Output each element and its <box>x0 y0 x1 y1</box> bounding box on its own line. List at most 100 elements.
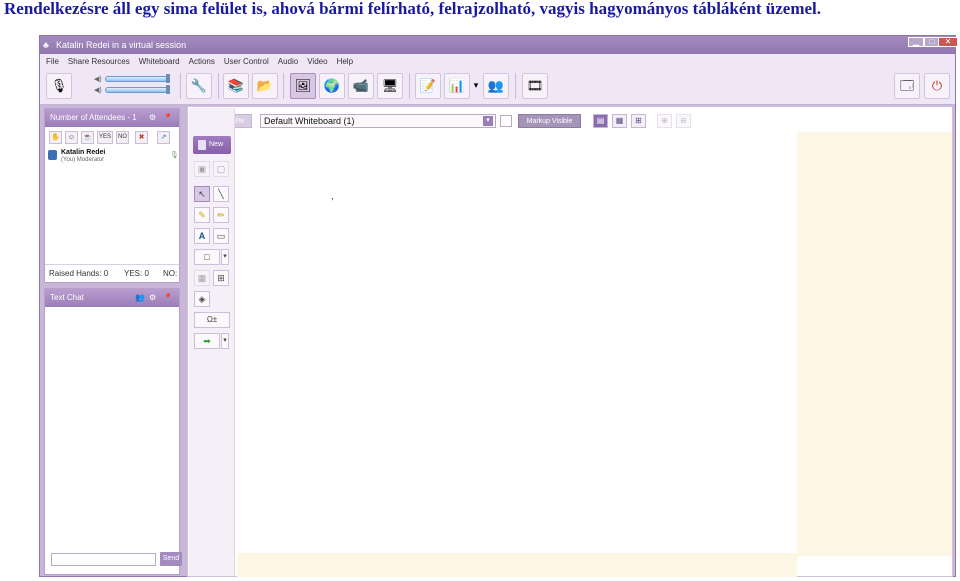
whiteboard-icon[interactable]: 🖼 <box>290 73 316 99</box>
folder-icon[interactable]: 📂 <box>252 73 278 99</box>
arrow-dropdown-icon[interactable]: ▾ <box>221 333 229 349</box>
minimize-button[interactable]: ▁ <box>908 37 924 47</box>
pin-icon[interactable]: 📍 <box>163 109 173 127</box>
chevron-down-icon: ▾ <box>483 116 493 126</box>
markup-checkbox[interactable] <box>500 115 512 127</box>
select-pointer-icon[interactable]: ↖ <box>194 186 210 202</box>
app-icon: ♣ <box>43 40 49 50</box>
attendees-footer: Raised Hands: 0 YES: 0 NO: <box>45 264 179 278</box>
whiteboard-tool-palette: New ▣ ▢ ↖ ╲ ✎ ✏ A ▭ □ ▾ ▦ ⊞ ◈ Ω± ➡ ▾ <box>189 108 235 576</box>
close-button[interactable]: ✕ <box>938 37 958 47</box>
virtual-session-window: ♣ Katalin Redei in a virtual session ▁ □… <box>39 35 958 577</box>
recording-icon[interactable]: 🎞 <box>522 73 548 99</box>
symbol-tool-button[interactable]: Ω± <box>194 312 230 328</box>
attendee-role: (You) Moderator <box>61 157 105 163</box>
toolbar-divider <box>515 73 516 99</box>
main-toolbar: 🎙 ◀) ◀) 🔧 📚 📂 🖼 🌍 📹 🖥 📝 📊 ▾ 👥 🎞 🗔 ⏻ <box>40 69 955 105</box>
text-chat-header: Text Chat 👥 ⚙ 📍 <box>45 289 179 307</box>
whiteboard-area: Scaled 100% Default Whiteboard (1) ▾ Mar… <box>187 106 953 577</box>
whiteboard-select-value: Default Whiteboard (1) <box>264 116 355 126</box>
highlighter-icon[interactable]: ✏ <box>213 207 229 223</box>
copy-icon[interactable]: ▣ <box>194 161 210 177</box>
text-chat-panel: Text Chat 👥 ⚙ 📍 Send <box>44 288 182 575</box>
table-tool-icon[interactable]: ▦ <box>194 270 210 286</box>
speaker-volume-slider[interactable] <box>105 76 170 82</box>
new-button-label: New <box>209 141 224 148</box>
line-tool-icon[interactable]: ╲ <box>213 186 229 202</box>
raise-hand-button[interactable]: ✋ <box>49 131 62 144</box>
fit-view-icon[interactable]: ⊞ <box>631 114 646 128</box>
no-count: NO: <box>163 269 178 278</box>
mic-level-icon: ◀) <box>94 87 102 94</box>
layout-icon[interactable]: 🗔 <box>894 73 920 99</box>
screen-share-icon[interactable]: 🖥 <box>377 73 403 99</box>
shape-dropdown-icon[interactable]: ▾ <box>221 249 229 265</box>
whiteboard-select[interactable]: Default Whiteboard (1) ▾ <box>260 114 496 128</box>
attendees-panel: Number of Attendees - 1 ⚙ 📍 ✋ ☺ ☕ YES NO… <box>44 108 180 283</box>
grid-view-icon[interactable]: ▦ <box>612 114 627 128</box>
window-title: Katalin Redei in a virtual session <box>56 40 187 50</box>
whiteboard-margin-right <box>797 132 952 556</box>
zoom-in-icon[interactable]: ⊕ <box>657 114 672 128</box>
attendees-header: Number of Attendees - 1 ⚙ 📍 <box>45 109 179 127</box>
menu-bar: File Share Resources Whiteboard Actions … <box>40 54 955 69</box>
eraser-icon[interactable]: ◈ <box>194 291 210 307</box>
share-status-button[interactable]: ↗ <box>157 131 170 144</box>
away-button[interactable]: ☕ <box>81 131 94 144</box>
menu-help[interactable]: Help <box>337 57 353 66</box>
chat-settings-icon[interactable]: ⚙ <box>149 289 156 307</box>
poll-icon[interactable]: 📊 <box>444 73 470 99</box>
arrow-tool-icon[interactable]: ➡ <box>194 333 220 349</box>
attendee-name[interactable]: Katalin Redei <box>61 149 105 156</box>
notes-icon[interactable]: 📝 <box>415 73 441 99</box>
grid-tool-icon[interactable]: ⊞ <box>213 270 229 286</box>
page-view-icon[interactable]: ▤ <box>593 114 608 128</box>
toolbar-divider <box>180 73 181 99</box>
attendee-mic-icon: 🎙 <box>170 152 179 159</box>
volume-controls: ◀) ◀) <box>92 74 170 96</box>
tools-icon[interactable]: 🔧 <box>186 73 212 99</box>
menu-file[interactable]: File <box>46 57 59 66</box>
rectangle-tool-icon[interactable]: □ <box>194 249 220 265</box>
text-chat-title: Text Chat <box>50 293 84 302</box>
menu-whiteboard[interactable]: Whiteboard <box>139 57 180 66</box>
chat-input[interactable] <box>51 553 156 566</box>
chat-pin-icon[interactable]: 📍 <box>163 289 173 307</box>
image-tool-icon[interactable]: ▭ <box>213 228 229 244</box>
smile-button[interactable]: ☺ <box>65 131 78 144</box>
speaker-icon: ◀) <box>94 76 102 83</box>
speaker-volume-handle[interactable] <box>166 74 170 83</box>
new-whiteboard-button[interactable]: New <box>193 136 231 154</box>
send-button[interactable]: Send <box>160 552 182 566</box>
users-icon[interactable]: 👥 <box>483 73 509 99</box>
clear-status-button[interactable]: ✖ <box>135 131 148 144</box>
raised-hands-count: Raised Hands: 0 <box>49 269 109 278</box>
pen-tool-icon[interactable]: ✎ <box>194 207 210 223</box>
menu-audio[interactable]: Audio <box>278 57 298 66</box>
library-icon[interactable]: 📚 <box>223 73 249 99</box>
no-button[interactable]: NO <box>116 131 129 144</box>
chat-users-icon[interactable]: 👥 <box>135 289 145 307</box>
video-icon[interactable]: 📹 <box>348 73 374 99</box>
mic-volume-slider[interactable] <box>105 87 170 93</box>
slide-caption: Rendelkezésre áll egy sima felület is, a… <box>4 0 822 18</box>
web-share-icon[interactable]: 🌍 <box>319 73 345 99</box>
whiteboard-margin-bottom <box>237 553 797 577</box>
menu-user-control[interactable]: User Control <box>224 57 269 66</box>
menu-video[interactable]: Video <box>307 57 327 66</box>
zoom-out-icon[interactable]: ⊖ <box>676 114 691 128</box>
mic-volume-handle[interactable] <box>166 85 170 94</box>
yes-button[interactable]: YES <box>97 131 113 144</box>
title-bar: ♣ Katalin Redei in a virtual session ▁ □… <box>40 36 958 54</box>
canvas-mark: , <box>331 191 334 201</box>
poll-dropdown-arrow[interactable]: ▾ <box>471 73 481 99</box>
menu-actions[interactable]: Actions <box>189 57 215 66</box>
menu-share-resources[interactable]: Share Resources <box>68 57 130 66</box>
settings-icon[interactable]: ⚙ <box>149 109 156 127</box>
power-icon[interactable]: ⏻ <box>924 73 950 99</box>
text-tool-icon[interactable]: A <box>194 228 210 244</box>
markup-visible-button[interactable]: Markup Visible <box>518 114 581 128</box>
yes-count: YES: 0 <box>124 269 149 278</box>
microphone-icon[interactable]: 🎙 <box>46 73 72 99</box>
paste-icon[interactable]: ▢ <box>213 161 229 177</box>
